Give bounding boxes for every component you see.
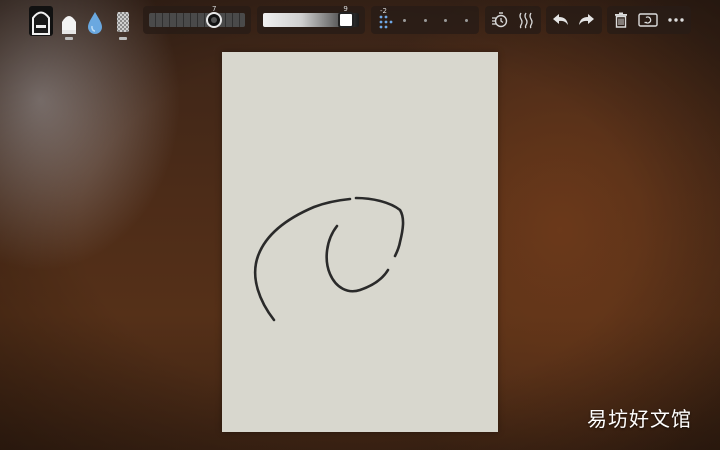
actions-group: [607, 6, 691, 34]
eraser-tool[interactable]: [112, 6, 134, 40]
more-icon[interactable]: [667, 17, 685, 23]
size-slider-track[interactable]: [149, 13, 245, 27]
opacity-slider[interactable]: 9: [257, 5, 365, 34]
opacity-slider-knob[interactable]: [337, 12, 354, 28]
water-drop-icon: [88, 12, 102, 34]
symmetry-step-dot[interactable]: [424, 19, 427, 22]
wave-smudge-icon[interactable]: [517, 11, 535, 29]
ink-stroke: [253, 197, 352, 322]
brush-tool-group: [28, 6, 138, 40]
clear-canvas-icon[interactable]: [638, 13, 658, 27]
marker-brush-icon: [29, 6, 53, 36]
size-slider-knob[interactable]: [206, 12, 223, 28]
symmetry-value-label: -2: [380, 7, 387, 15]
symmetry-grid-icon[interactable]: [379, 15, 393, 29]
marker-brush-tool[interactable]: [28, 6, 54, 40]
trash-icon[interactable]: [614, 12, 628, 28]
watercolor-brush-tool[interactable]: [84, 6, 106, 40]
symmetry-control[interactable]: -2: [371, 6, 479, 34]
drawing-canvas[interactable]: [222, 52, 498, 432]
pencil-brush-tool[interactable]: [58, 6, 80, 40]
history-group: [546, 6, 602, 34]
brush-size-slider[interactable]: 7: [143, 5, 251, 34]
watermark-text: 易坊好文馆: [587, 407, 692, 431]
symmetry-step-dot[interactable]: [444, 19, 447, 22]
eraser-icon: [117, 12, 129, 32]
pencil-tool-indicator: [65, 37, 73, 40]
undo-icon[interactable]: [552, 12, 570, 28]
effects-group: [485, 6, 541, 34]
pencil-brush-icon: [62, 16, 76, 34]
symmetry-step-dot[interactable]: [403, 19, 406, 22]
ink-stroke: [354, 196, 405, 258]
redo-icon[interactable]: [577, 12, 595, 28]
ink-drawing: [253, 196, 405, 322]
ink-stroke: [325, 224, 390, 293]
timer-refresh-icon[interactable]: [491, 11, 509, 29]
symmetry-step-dot[interactable]: [465, 19, 468, 22]
eraser-tool-indicator: [119, 37, 127, 40]
